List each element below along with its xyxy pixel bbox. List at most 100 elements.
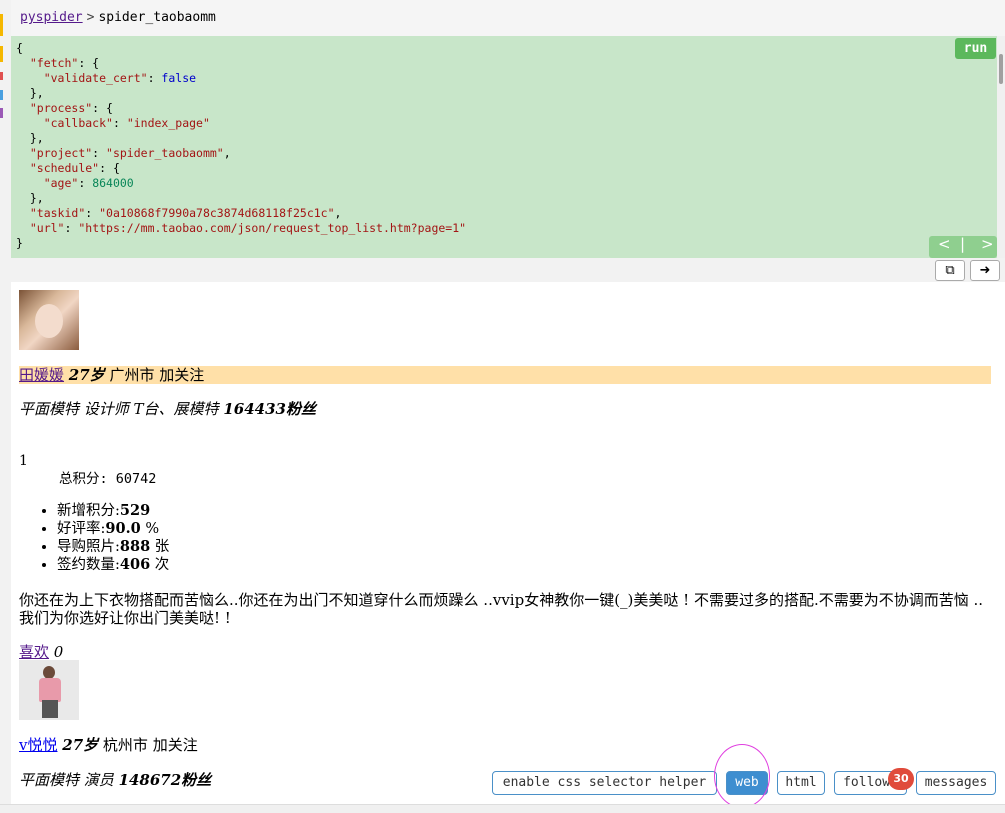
css-selector-helper-button[interactable]: enable css selector helper	[492, 771, 717, 795]
next-task-button[interactable]: >	[981, 237, 994, 252]
profile-city: 广州市	[109, 366, 155, 384]
json-token: "validate_cert"	[43, 71, 148, 85]
json-token: :	[92, 146, 107, 160]
stat-item: 好评率:90.0 %	[57, 520, 169, 538]
json-token: },	[16, 191, 44, 205]
json-token: },	[16, 86, 44, 100]
stat-unit: 次	[154, 557, 170, 573]
profile-city: 杭州市	[102, 736, 148, 754]
json-token: "0a10868f7990a78c3874d68118f25c1c"	[99, 206, 335, 220]
json-token: "taskid"	[29, 206, 86, 220]
stat-item: 导购照片:888 张	[57, 538, 169, 556]
json-token: "schedule"	[29, 161, 100, 175]
json-token: }	[16, 236, 23, 250]
json-token: },	[16, 131, 44, 145]
like-count: 0	[53, 643, 64, 661]
stat-value: 529	[119, 502, 151, 519]
like-row: 喜欢 0	[19, 643, 63, 661]
profile-stats: 新增积分:529 好评率:90.0 % 导购照片:888 张 签约数量:406 …	[37, 502, 169, 574]
profile-name-link[interactable]: 田媛媛	[19, 366, 64, 384]
total-label: 总积分:	[59, 471, 108, 487]
json-token: "project"	[29, 146, 93, 160]
stat-label: 新增积分:	[57, 503, 120, 519]
avatar-legs	[42, 700, 58, 718]
breadcrumb-root-link[interactable]: pyspider	[20, 10, 83, 25]
json-token: "process"	[29, 101, 93, 115]
stat-value: 406	[119, 556, 151, 573]
prev-task-button[interactable]: <	[938, 237, 951, 252]
gutter-marker	[0, 14, 3, 36]
task-json[interactable]: { "fetch": { "validate_cert": false }, "…	[16, 41, 466, 251]
run-button[interactable]: run	[955, 38, 996, 59]
stat-unit: 张	[154, 539, 170, 555]
profile-tags: 平面模特 演员 148672粉丝	[19, 771, 211, 789]
breadcrumb-bar: pyspider > spider_taobaomm	[11, 0, 1005, 37]
json-token: :	[112, 116, 127, 130]
json-token: "url"	[29, 221, 65, 235]
profile-tags-text: 平面模特 演员	[19, 771, 114, 789]
task-scrollbar[interactable]	[997, 36, 1005, 258]
stat-label: 导购照片:	[57, 539, 120, 555]
like-link[interactable]: 喜欢	[19, 643, 49, 661]
json-token: {	[16, 41, 23, 55]
html-tab-button[interactable]: html	[777, 771, 825, 795]
json-token: :	[85, 206, 100, 220]
json-token: "callback"	[43, 116, 113, 130]
profile-follow: 加关注	[159, 366, 205, 384]
task-panel: { "fetch": { "validate_cert": false }, "…	[11, 36, 997, 258]
breadcrumb-project: spider_taobaomm	[98, 10, 216, 25]
json-token: "spider_taobaomm"	[106, 146, 224, 160]
breadcrumb: pyspider > spider_taobaomm	[20, 10, 216, 25]
profile-fans: 148672粉丝	[118, 771, 212, 789]
json-token: "index_page"	[126, 116, 210, 130]
copy-icon[interactable]: ⧉	[935, 260, 965, 281]
arrow-right-icon[interactable]: ➜	[970, 260, 1000, 281]
json-token: "fetch"	[29, 56, 79, 70]
gutter-marker	[0, 90, 3, 100]
follows-count-badge: 30	[888, 768, 914, 790]
stat-value: 90.0	[105, 520, 141, 537]
stat-label: 好评率:	[57, 521, 106, 537]
json-token: "age"	[43, 176, 79, 190]
stat-value: 888	[119, 538, 151, 555]
json-token: :	[78, 176, 93, 190]
profile-avatar[interactable]	[19, 290, 79, 350]
gutter-marker	[0, 46, 3, 62]
stat-label: 签约数量:	[57, 557, 120, 573]
messages-tab-button[interactable]: messages	[916, 771, 996, 795]
gutter-marker	[0, 108, 3, 118]
response-toolbar: ⧉ ➜	[11, 258, 1005, 282]
task-pager: < | >	[929, 236, 997, 258]
gutter-marker	[0, 72, 3, 80]
scroll-thumb[interactable]	[999, 54, 1003, 84]
json-token: "https://mm.taobao.com/json/request_top_…	[78, 221, 467, 235]
json-token: : {	[92, 101, 113, 115]
profile-header: v悦悦 27岁 杭州市 加关注	[19, 736, 198, 754]
profile-rank: 1	[19, 453, 28, 469]
stat-item: 新增积分:529	[57, 502, 169, 520]
web-tab-button[interactable]: web	[726, 771, 768, 795]
stat-item: 签约数量:406 次	[57, 556, 169, 574]
profile-follow: 加关注	[152, 736, 198, 754]
profile-header: 田媛媛 27岁 广州市 加关注	[19, 366, 991, 384]
json-token: : {	[78, 56, 100, 70]
profile-bio: 你还在为上下衣物搭配而苦恼么..你还在为出门不知道穿什么而烦躁么 ..vvip女…	[19, 591, 984, 627]
json-token: 864000	[92, 176, 134, 190]
profile-tags: 平面模特 设计师 T台、展模特 164433粉丝	[19, 400, 316, 418]
json-token: false	[161, 71, 197, 85]
breadcrumb-separator: >	[86, 10, 95, 25]
profile-avatar[interactable]	[19, 660, 79, 720]
profile-name-link[interactable]: v悦悦	[19, 736, 57, 754]
profile-tags-text: 平面模特 设计师 T台、展模特	[19, 400, 219, 418]
json-token: :	[64, 221, 79, 235]
pager-divider: |	[960, 235, 966, 253]
